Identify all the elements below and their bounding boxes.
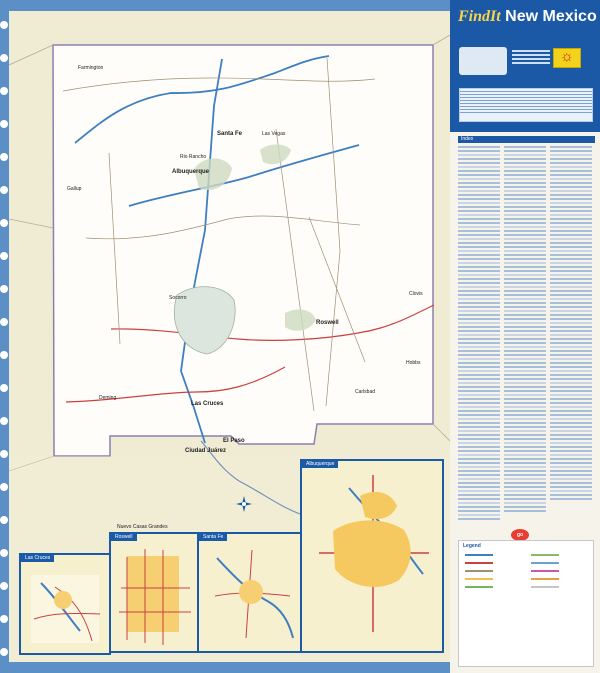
grid-marker [0,153,8,161]
grid-marker [0,417,8,425]
inset-map [31,575,101,643]
legend-swatch [531,562,559,564]
city-rio-rancho: Rio Rancho [180,154,207,160]
legend-swatch [531,586,559,588]
inset-albuquerque[interactable]: Albuquerque [300,459,444,653]
city-nuevo-casas-grandes: Nuevo Casas Grandes [117,524,168,530]
city-carlsbad: Carlsbad [355,389,376,395]
grid-marker [0,87,8,95]
grid-marker [0,384,8,392]
map-poster: Santa Fe Albuquerque Las Cruces El Paso … [0,0,600,673]
legend-swatch [531,554,559,556]
map-legend: Legend [458,540,594,667]
city-roswell: Roswell [316,320,339,326]
state-flag-icon [553,48,581,68]
city-las-vegas: Las Vegas [262,131,286,137]
grid-ticks-bottom [0,662,450,673]
city-clovis: Clovis [409,291,423,297]
grid-ticks-left [0,0,9,673]
map-title: FindIt New Mexico [458,8,597,25]
legend-swatch [465,578,493,580]
grid-marker [0,285,8,293]
grid-marker [0,219,8,227]
legend-swatch [465,562,493,564]
legend-swatch [465,570,493,572]
legend-title: Legend [463,543,481,549]
city-gallup: Gallup [67,186,82,192]
grid-marker [0,351,8,359]
city-farmington: Farmington [78,65,104,71]
grid-marker [0,120,8,128]
grid-marker [0,318,8,326]
grid-marker [0,648,8,656]
inset-las-cruces[interactable]: Las Cruces [19,553,111,655]
index-column [504,146,546,536]
state-map[interactable]: Santa Fe Albuquerque Las Cruces El Paso … [9,11,450,662]
grid-marker [0,483,8,491]
city-albuquerque: Albuquerque [172,169,209,175]
grid-marker [0,252,8,260]
index-column [458,146,500,536]
city-socorro: Socorro [169,295,187,301]
legend-swatch [531,570,559,572]
grid-marker [0,549,8,557]
state-facts [512,48,550,74]
us-locator-map [459,47,507,75]
index-list [458,146,592,536]
city-ciudad-juarez: Ciudad Juárez [185,448,227,454]
index-header: Index [458,136,595,143]
inset-roswell[interactable]: Roswell [109,532,199,653]
legend-swatch [465,586,493,588]
grid-marker [0,615,8,623]
legend-swatch [465,554,493,556]
side-panel: FindIt New Mexico Index go Legend [450,0,600,673]
compass-rose-icon [236,496,252,512]
city-las-cruces: Las Cruces [191,401,224,407]
city-santa-fe: Santa Fe [217,131,243,137]
title-banner: FindIt New Mexico [450,0,600,132]
city-el-paso: El Paso [223,438,245,444]
mileage-chart [459,88,593,122]
grid-marker [0,516,8,524]
inset-santa-fe[interactable]: Santa Fe [197,532,302,653]
inset-map [312,475,432,641]
grid-marker [0,186,8,194]
city-hobbs: Hobbs [406,360,421,366]
legend-swatch [531,578,559,580]
grid-marker [0,582,8,590]
index-column [550,146,592,536]
inset-map [214,549,294,639]
grid-marker [0,54,8,62]
city-deming: Deming [99,395,117,401]
inset-map [119,549,191,645]
grid-marker [0,21,8,29]
grid-marker [0,450,8,458]
grid-ticks-top [0,0,450,11]
